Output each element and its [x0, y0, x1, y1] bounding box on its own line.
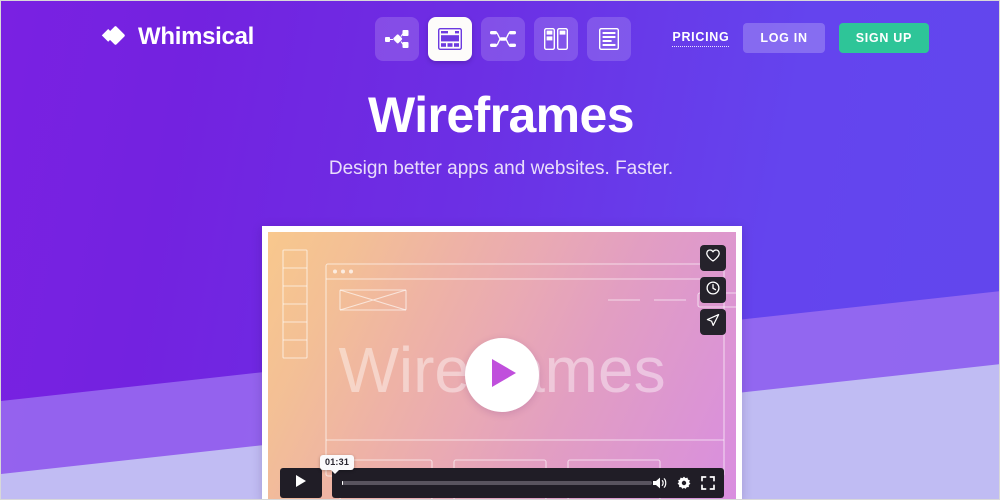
video-player-card: Wireframes [262, 226, 742, 499]
nav-item-docs[interactable] [587, 17, 631, 61]
progress-scrubber[interactable] [342, 481, 652, 485]
play-button-overlay[interactable] [465, 338, 539, 412]
volume-icon [652, 476, 667, 490]
progress-and-options[interactable] [332, 468, 724, 498]
gear-icon [677, 476, 691, 490]
video-controls-bar: 01:31 [268, 455, 736, 499]
page-title: Wireframes [368, 87, 635, 143]
play-icon [485, 357, 519, 394]
signup-button[interactable]: SIGN UP [838, 23, 929, 53]
brand-logo-link[interactable]: Whimsical [99, 23, 254, 51]
settings-button[interactable] [677, 476, 691, 490]
fullscreen-button[interactable] [701, 476, 715, 490]
brand-name: Whimsical [138, 23, 254, 50]
landing-page: Whimsical PRICING LOG IN SIGN UP Wirefra… [0, 0, 1000, 500]
flowchart-icon [385, 29, 409, 49]
docs-icon [599, 28, 619, 50]
product-nav-icons [375, 17, 631, 61]
clock-icon [706, 280, 720, 300]
nav-item-sticky-notes[interactable] [534, 17, 578, 61]
like-button[interactable] [700, 245, 726, 271]
wireframe-icon [438, 28, 462, 50]
video-side-actions [700, 245, 726, 335]
login-button[interactable]: LOG IN [743, 23, 825, 53]
nav-item-wireframes[interactable] [428, 17, 472, 61]
control-play-button[interactable] [280, 468, 322, 498]
sticky-notes-icon [544, 28, 568, 50]
time-tooltip: 01:31 [320, 455, 355, 474]
video-player[interactable]: Wireframes [268, 232, 736, 499]
hero-section: Wireframes Design better apps and websit… [1, 87, 999, 180]
control-right-group [652, 476, 715, 490]
fullscreen-icon [701, 476, 715, 490]
pricing-link[interactable]: PRICING [672, 30, 730, 47]
play-icon [295, 474, 307, 493]
nav-item-mind-maps[interactable] [481, 17, 525, 61]
progress-fill [342, 481, 343, 485]
share-paper-plane-icon [706, 313, 720, 332]
volume-button[interactable] [652, 476, 667, 490]
account-actions: PRICING LOG IN SIGN UP [672, 23, 929, 53]
watch-later-button[interactable] [700, 277, 726, 303]
nav-item-flowcharts[interactable] [375, 17, 419, 61]
top-navigation-bar: Whimsical PRICING LOG IN SIGN UP [1, 1, 999, 75]
share-button[interactable] [700, 309, 726, 335]
whimsical-diamond-logo-icon [99, 23, 127, 51]
heart-icon [706, 249, 720, 267]
hero-subtitle: Design better apps and websites. Faster. [328, 157, 674, 179]
mindmap-icon [490, 29, 516, 49]
